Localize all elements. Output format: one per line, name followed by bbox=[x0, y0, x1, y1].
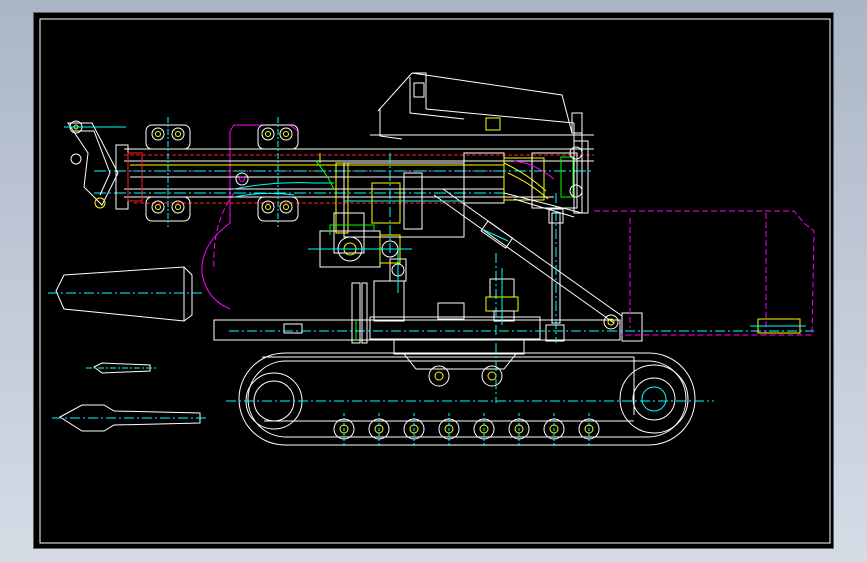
drive-sprocket bbox=[619, 364, 689, 434]
cad-viewport[interactable] bbox=[33, 12, 834, 549]
front-attachment bbox=[64, 120, 126, 209]
cad-drawing bbox=[39, 18, 831, 544]
valve-assembly bbox=[308, 224, 412, 268]
track-rollers bbox=[333, 418, 600, 440]
drill-boom bbox=[94, 124, 594, 310]
clamp-left bbox=[145, 117, 191, 227]
rotary-fitting bbox=[485, 268, 519, 325]
crawler-track bbox=[226, 352, 714, 447]
drill-bit-detail bbox=[48, 266, 202, 322]
clamp-middle bbox=[235, 117, 299, 227]
chassis-frame bbox=[213, 253, 814, 403]
rod-detail bbox=[52, 404, 206, 432]
pin-detail bbox=[86, 362, 158, 374]
power-pack-hood bbox=[594, 210, 815, 336]
drawing-frame bbox=[39, 18, 831, 544]
